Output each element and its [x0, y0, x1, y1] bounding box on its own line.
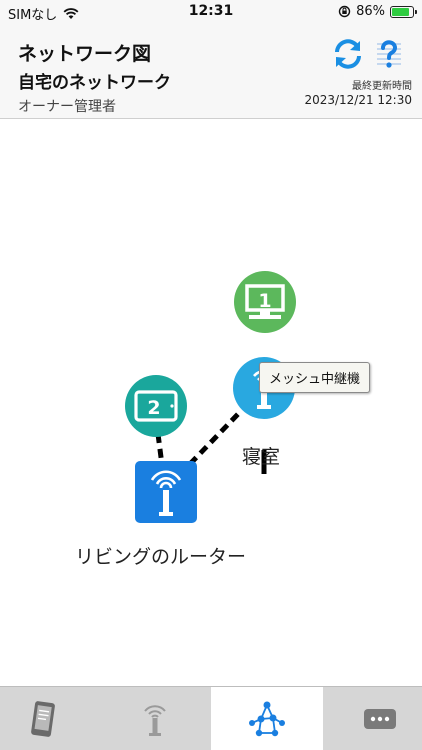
- status-right: 86%: [338, 4, 417, 19]
- refresh-button[interactable]: [332, 38, 364, 70]
- page-title: ネットワーク図: [18, 43, 152, 65]
- router-label: リビングのルーター: [75, 546, 247, 568]
- device-node-2[interactable]: 2: [124, 374, 188, 438]
- device-1-badge: 1: [258, 290, 271, 312]
- battery-level: [392, 7, 410, 16]
- user-role: オーナー管理者: [18, 99, 116, 115]
- network-map: 1 メッシュ中継機 寝室 2 リビングのルーター: [0, 120, 422, 686]
- header: ネットワーク図 自宅のネットワーク オーナー管理者 最終更新時間 2023/12…: [0, 24, 422, 119]
- tablet-icon: 2: [125, 375, 187, 437]
- smartphone-icon: [30, 701, 55, 737]
- tab-router[interactable]: [105, 687, 205, 750]
- mesh-tooltip: メッシュ中継機: [259, 362, 371, 393]
- router-tab-icon: [144, 705, 166, 736]
- pc-icon: 1: [234, 271, 296, 333]
- device-node-1[interactable]: 1: [233, 270, 297, 334]
- help-button[interactable]: [374, 38, 404, 70]
- last-updated-label: 最終更新時間: [352, 81, 412, 92]
- device-2-badge: 2: [147, 397, 160, 419]
- router-icon: [135, 461, 197, 523]
- network-icon: [249, 701, 285, 737]
- tab-network-map[interactable]: [211, 687, 323, 750]
- connection-lines: [155, 410, 267, 474]
- help-icon: [377, 40, 401, 68]
- mesh-label: 寝室: [242, 446, 281, 468]
- tab-bar: [0, 686, 422, 750]
- network-name: 自宅のネットワーク: [18, 73, 171, 93]
- battery-icon: [390, 5, 417, 18]
- last-updated-time: 2023/12/21 12:30: [304, 93, 412, 107]
- tab-device[interactable]: [0, 687, 85, 750]
- tab-more[interactable]: [337, 687, 422, 750]
- router-node[interactable]: [134, 460, 198, 524]
- status-bar: SIMなし 12:31 86%: [0, 0, 422, 24]
- more-icon: [363, 709, 396, 729]
- orientation-lock-icon: [338, 5, 351, 18]
- refresh-icon: [335, 39, 361, 69]
- battery-percent: 86%: [356, 4, 385, 19]
